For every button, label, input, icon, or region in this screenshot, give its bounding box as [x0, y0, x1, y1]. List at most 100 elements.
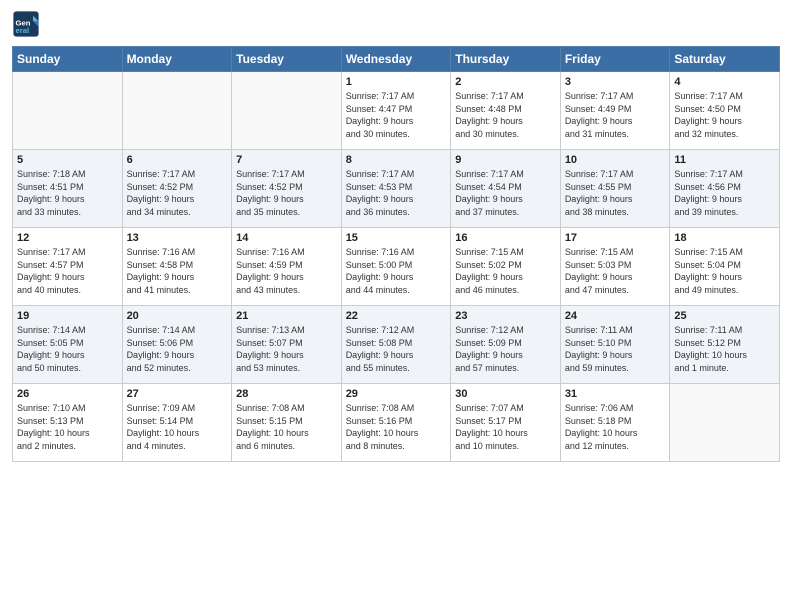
day-info: Sunrise: 7:16 AM Sunset: 4:59 PM Dayligh…	[236, 246, 337, 296]
day-info: Sunrise: 7:17 AM Sunset: 4:53 PM Dayligh…	[346, 168, 447, 218]
day-number: 14	[236, 232, 337, 244]
day-number: 5	[17, 154, 118, 166]
calendar-week-row: 1Sunrise: 7:17 AM Sunset: 4:47 PM Daylig…	[13, 72, 780, 150]
calendar-cell: 31 Sunrise: 7:06 AM Sunset: 5:18 PM Dayli…	[560, 384, 670, 462]
weekday-header: Wednesday	[341, 47, 451, 72]
day-info: Sunrise: 7:17 AM Sunset: 4:56 PM Dayligh…	[674, 168, 775, 218]
day-info: Sunrise: 7:15 AM Sunset: 5:02 PM Dayligh…	[455, 246, 556, 296]
day-info: Sunrise: 7:16 AM Sunset: 5:00 PM Dayligh…	[346, 246, 447, 296]
day-number: 25	[674, 310, 775, 322]
day-number: 12	[17, 232, 118, 244]
day-number: 19	[17, 310, 118, 322]
day-number: 29	[346, 388, 447, 400]
calendar-cell	[122, 72, 232, 150]
day-number: 17	[565, 232, 666, 244]
day-info: Sunrise: 7:18 AM Sunset: 4:51 PM Dayligh…	[17, 168, 118, 218]
day-number: 26	[17, 388, 118, 400]
logo-icon: Gen eral	[12, 10, 40, 38]
calendar-cell: 21Sunrise: 7:13 AM Sunset: 5:07 PM Dayli…	[232, 306, 342, 384]
calendar-cell: 2 Sunrise: 7:17 AM Sunset: 4:48 PM Daylig…	[451, 72, 561, 150]
day-number: 6	[127, 154, 228, 166]
page-container: Gen eral SundayMondayTuesdayWednesdayThu…	[0, 0, 792, 470]
day-info: Sunrise: 7:17 AM Sunset: 4:57 PM Dayligh…	[17, 246, 118, 296]
day-info: Sunrise: 7:15 AM Sunset: 5:03 PM Dayligh…	[565, 246, 666, 296]
day-info: Sunrise: 7:14 AM Sunset: 5:05 PM Dayligh…	[17, 324, 118, 374]
day-info: Sunrise: 7:17 AM Sunset: 4:50 PM Dayligh…	[674, 90, 775, 140]
day-number: 24	[565, 310, 666, 322]
day-number: 27	[127, 388, 228, 400]
day-info: Sunrise: 7:12 AM Sunset: 5:08 PM Dayligh…	[346, 324, 447, 374]
calendar-cell	[670, 384, 780, 462]
day-info: Sunrise: 7:06 AM Sunset: 5:18 PM Dayligh…	[565, 402, 666, 452]
calendar-cell: 30 Sunrise: 7:07 AM Sunset: 5:17 PM Dayli…	[451, 384, 561, 462]
calendar-week-row: 12 Sunrise: 7:17 AM Sunset: 4:57 PM Dayli…	[13, 228, 780, 306]
day-info: Sunrise: 7:17 AM Sunset: 4:52 PM Dayligh…	[127, 168, 228, 218]
calendar-cell: 3 Sunrise: 7:17 AM Sunset: 4:49 PM Daylig…	[560, 72, 670, 150]
day-number: 4	[674, 76, 775, 88]
logo: Gen eral	[12, 10, 42, 38]
calendar-cell: 29 Sunrise: 7:08 AM Sunset: 5:16 PM Dayli…	[341, 384, 451, 462]
day-number: 16	[455, 232, 556, 244]
day-number: 28	[236, 388, 337, 400]
day-info: Sunrise: 7:09 AM Sunset: 5:14 PM Dayligh…	[127, 402, 228, 452]
day-info: Sunrise: 7:17 AM Sunset: 4:55 PM Dayligh…	[565, 168, 666, 218]
day-info: Sunrise: 7:07 AM Sunset: 5:17 PM Dayligh…	[455, 402, 556, 452]
calendar-cell: 19 Sunrise: 7:14 AM Sunset: 5:05 PM Dayli…	[13, 306, 123, 384]
day-info: Sunrise: 7:16 AM Sunset: 4:58 PM Dayligh…	[127, 246, 228, 296]
day-info: Sunrise: 7:17 AM Sunset: 4:54 PM Dayligh…	[455, 168, 556, 218]
calendar-cell: 18Sunrise: 7:15 AM Sunset: 5:04 PM Dayli…	[670, 228, 780, 306]
day-info: Sunrise: 7:08 AM Sunset: 5:16 PM Dayligh…	[346, 402, 447, 452]
calendar-cell: 12 Sunrise: 7:17 AM Sunset: 4:57 PM Dayli…	[13, 228, 123, 306]
svg-text:eral: eral	[16, 26, 30, 35]
day-number: 23	[455, 310, 556, 322]
calendar-cell	[232, 72, 342, 150]
calendar-cell: 17 Sunrise: 7:15 AM Sunset: 5:03 PM Dayli…	[560, 228, 670, 306]
calendar-cell: 20 Sunrise: 7:14 AM Sunset: 5:06 PM Dayli…	[122, 306, 232, 384]
day-info: Sunrise: 7:17 AM Sunset: 4:52 PM Dayligh…	[236, 168, 337, 218]
day-info: Sunrise: 7:14 AM Sunset: 5:06 PM Dayligh…	[127, 324, 228, 374]
calendar-week-row: 26Sunrise: 7:10 AM Sunset: 5:13 PM Dayli…	[13, 384, 780, 462]
day-info: Sunrise: 7:11 AM Sunset: 5:12 PM Dayligh…	[674, 324, 775, 374]
calendar-cell: 4 Sunrise: 7:17 AM Sunset: 4:50 PM Daylig…	[670, 72, 780, 150]
calendar-cell: 16 Sunrise: 7:15 AM Sunset: 5:02 PM Dayli…	[451, 228, 561, 306]
day-number: 1	[346, 76, 447, 88]
day-number: 3	[565, 76, 666, 88]
day-info: Sunrise: 7:08 AM Sunset: 5:15 PM Dayligh…	[236, 402, 337, 452]
day-number: 11	[674, 154, 775, 166]
calendar-cell: 7Sunrise: 7:17 AM Sunset: 4:52 PM Daylig…	[232, 150, 342, 228]
calendar-cell: 13Sunrise: 7:16 AM Sunset: 4:58 PM Dayli…	[122, 228, 232, 306]
day-number: 18	[674, 232, 775, 244]
calendar-cell: 14 Sunrise: 7:16 AM Sunset: 4:59 PM Dayli…	[232, 228, 342, 306]
day-number: 21	[236, 310, 337, 322]
calendar-cell: 5 Sunrise: 7:18 AM Sunset: 4:51 PM Daylig…	[13, 150, 123, 228]
day-number: 31	[565, 388, 666, 400]
day-number: 22	[346, 310, 447, 322]
calendar-week-row: 19 Sunrise: 7:14 AM Sunset: 5:05 PM Dayli…	[13, 306, 780, 384]
weekday-header: Sunday	[13, 47, 123, 72]
calendar-cell: 22 Sunrise: 7:12 AM Sunset: 5:08 PM Dayli…	[341, 306, 451, 384]
calendar-cell	[13, 72, 123, 150]
weekday-header-row: SundayMondayTuesdayWednesdayThursdayFrid…	[13, 47, 780, 72]
calendar-cell: 24 Sunrise: 7:11 AM Sunset: 5:10 PM Dayli…	[560, 306, 670, 384]
day-number: 30	[455, 388, 556, 400]
calendar-week-row: 5 Sunrise: 7:18 AM Sunset: 4:51 PM Daylig…	[13, 150, 780, 228]
weekday-header: Saturday	[670, 47, 780, 72]
weekday-header: Friday	[560, 47, 670, 72]
day-info: Sunrise: 7:11 AM Sunset: 5:10 PM Dayligh…	[565, 324, 666, 374]
calendar-table: SundayMondayTuesdayWednesdayThursdayFrid…	[12, 46, 780, 462]
calendar-cell: 28 Sunrise: 7:08 AM Sunset: 5:15 PM Dayli…	[232, 384, 342, 462]
calendar-cell: 11 Sunrise: 7:17 AM Sunset: 4:56 PM Dayli…	[670, 150, 780, 228]
calendar-cell: 27 Sunrise: 7:09 AM Sunset: 5:14 PM Dayli…	[122, 384, 232, 462]
calendar-cell: 25 Sunrise: 7:11 AM Sunset: 5:12 PM Dayli…	[670, 306, 780, 384]
day-number: 2	[455, 76, 556, 88]
weekday-header: Tuesday	[232, 47, 342, 72]
calendar-cell: 9Sunrise: 7:17 AM Sunset: 4:54 PM Daylig…	[451, 150, 561, 228]
day-number: 20	[127, 310, 228, 322]
calendar-cell: 6 Sunrise: 7:17 AM Sunset: 4:52 PM Daylig…	[122, 150, 232, 228]
calendar-cell: 10Sunrise: 7:17 AM Sunset: 4:55 PM Dayli…	[560, 150, 670, 228]
day-info: Sunrise: 7:17 AM Sunset: 4:48 PM Dayligh…	[455, 90, 556, 140]
day-number: 8	[346, 154, 447, 166]
day-info: Sunrise: 7:12 AM Sunset: 5:09 PM Dayligh…	[455, 324, 556, 374]
day-info: Sunrise: 7:17 AM Sunset: 4:49 PM Dayligh…	[565, 90, 666, 140]
calendar-cell: 1Sunrise: 7:17 AM Sunset: 4:47 PM Daylig…	[341, 72, 451, 150]
